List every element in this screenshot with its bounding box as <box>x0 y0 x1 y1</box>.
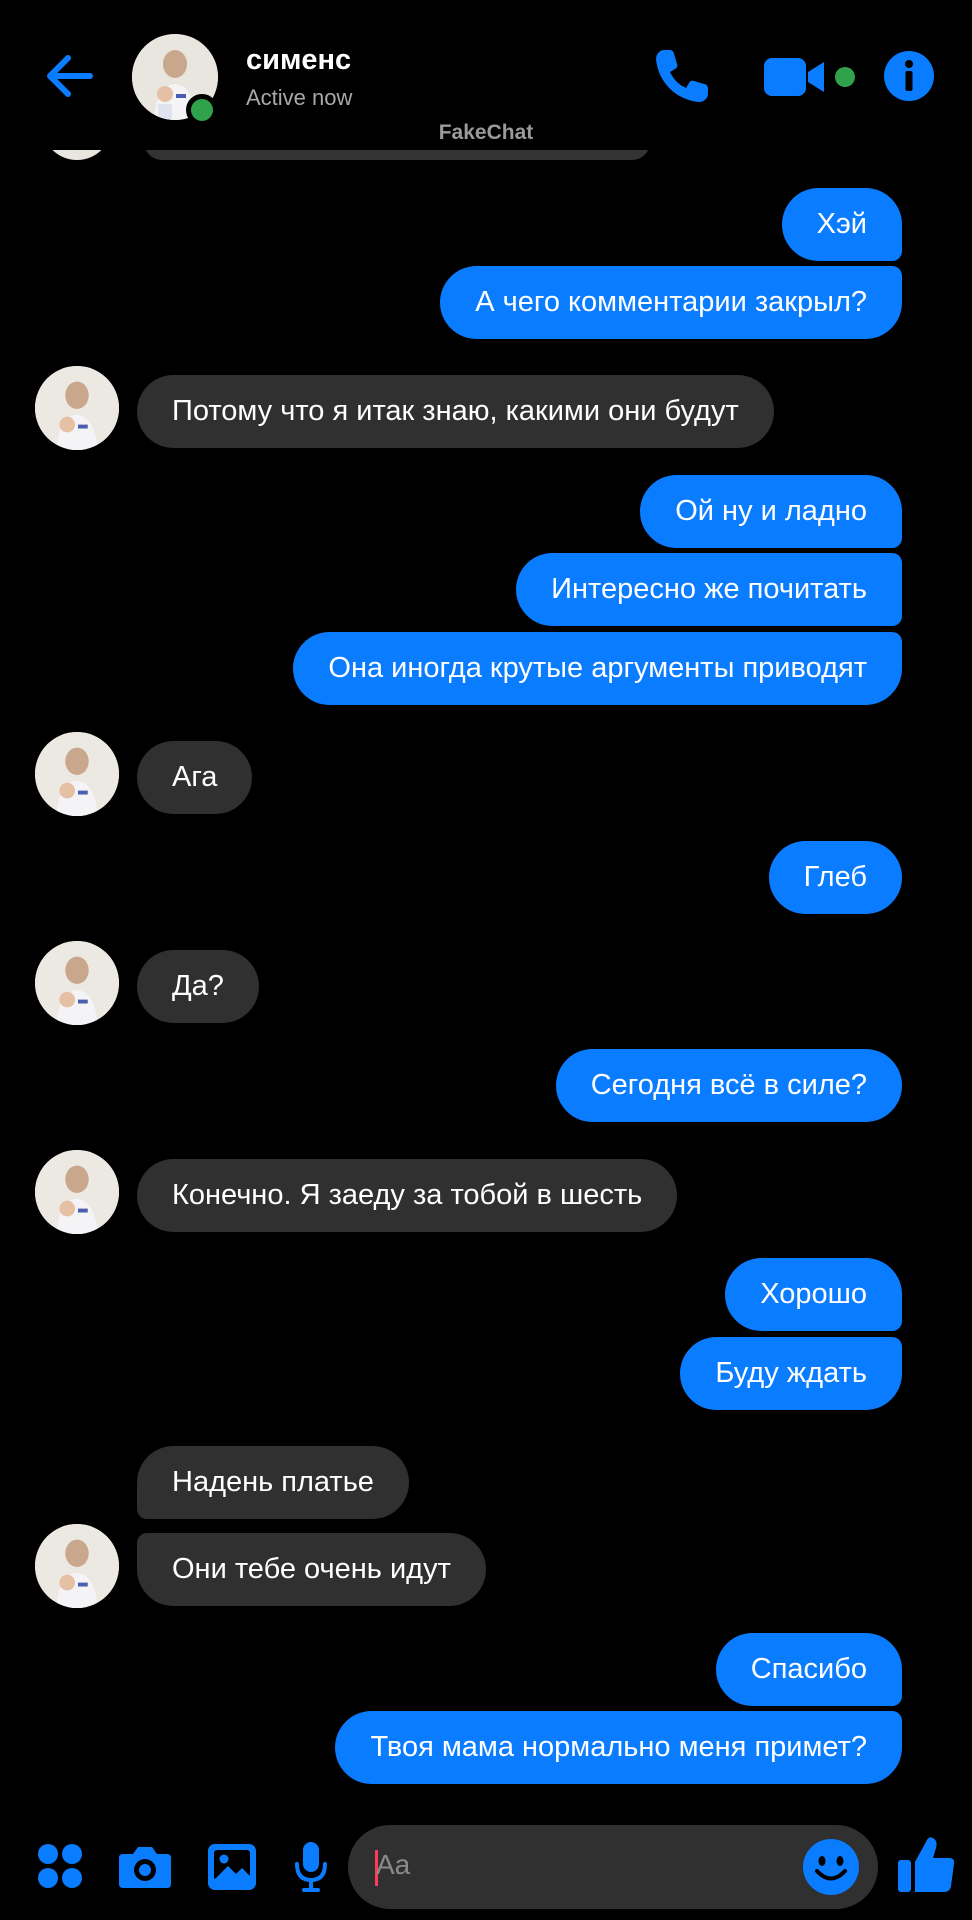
message-incoming[interactable]: Потому что я итак знаю, какими они будут <box>137 375 774 448</box>
message-outgoing[interactable]: Глеб <box>768 841 902 914</box>
message-incoming[interactable]: Ага <box>137 741 253 814</box>
thumbs-up-icon[interactable] <box>896 1834 956 1896</box>
video-camera-icon[interactable] <box>762 44 828 108</box>
avatar[interactable] <box>35 732 119 816</box>
camera-icon[interactable] <box>117 1838 173 1894</box>
message-outgoing[interactable]: Ой ну и ладно <box>640 475 902 548</box>
avatar[interactable] <box>35 1524 119 1608</box>
message-outgoing[interactable]: Спасибо <box>715 1633 902 1706</box>
emoji-icon[interactable] <box>802 1838 860 1896</box>
message-outgoing[interactable]: Она иногда крутые аргументы приводят <box>293 632 902 705</box>
message-incoming[interactable]: Надень платье <box>137 1446 409 1519</box>
info-icon[interactable] <box>882 44 936 108</box>
message-outgoing[interactable]: Хэй <box>781 188 902 261</box>
message-outgoing[interactable]: А чего комментарии закрыл? <box>440 266 902 339</box>
video-active-indicator <box>835 67 855 87</box>
message-incoming[interactable]: Конечно. Я заеду за тобой в шесть <box>137 1159 678 1232</box>
message-outgoing[interactable]: Буду ждать <box>680 1337 902 1410</box>
avatar[interactable] <box>35 366 119 450</box>
message-input[interactable] <box>348 1825 878 1909</box>
message-outgoing[interactable]: Сегодня всё в силе? <box>555 1049 902 1122</box>
message-outgoing[interactable]: Твоя мама нормально меня примет? <box>335 1711 902 1784</box>
message-incoming[interactable]: Да? <box>137 950 259 1023</box>
message-outgoing[interactable]: Интересно же почитать <box>516 553 902 626</box>
watermark: FakeChat <box>438 121 534 144</box>
message-outgoing[interactable]: Хорошо <box>725 1258 902 1331</box>
gallery-icon[interactable] <box>206 1838 258 1894</box>
microphone-icon[interactable] <box>292 1838 330 1894</box>
apps-grid-icon[interactable] <box>36 1838 84 1894</box>
phone-icon[interactable] <box>650 44 714 108</box>
message-input-placeholder: Aa <box>376 1849 411 1880</box>
avatar[interactable] <box>35 941 119 1025</box>
contact-status: Active now <box>246 85 353 110</box>
avatar[interactable] <box>35 1150 119 1234</box>
chat-header: сименс Active now FakeChat <box>0 0 972 150</box>
message-incoming[interactable]: Они тебе очень идут <box>137 1533 486 1606</box>
back-arrow-icon[interactable] <box>40 46 100 106</box>
contact-name[interactable]: сименс <box>246 44 351 77</box>
